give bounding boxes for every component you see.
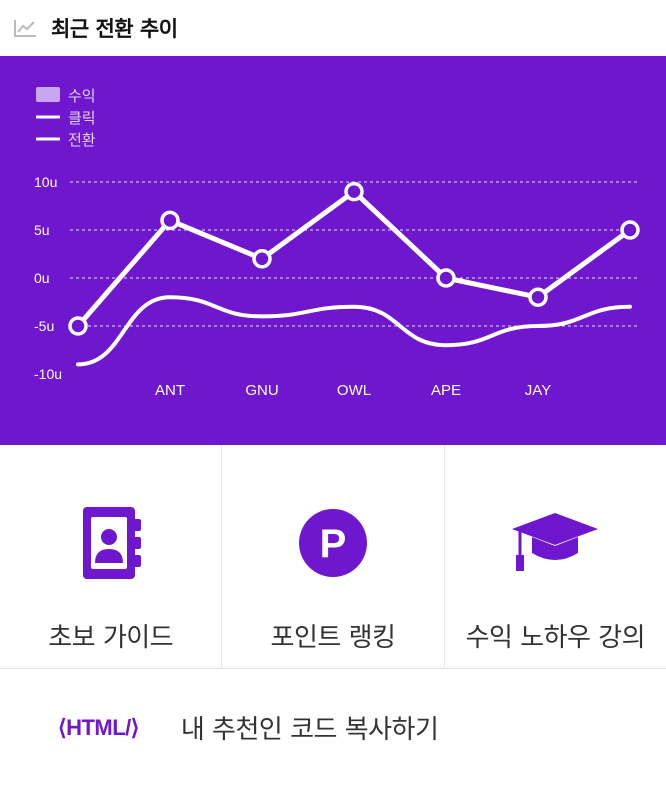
menu-row: 초보 가이드 P 포인트 랭킹 수익 노하우 강의 (0, 445, 666, 669)
data-point (620, 220, 640, 240)
conversion-chart: 10u 5u 0u -5u -10u ANT GNU OWL APE JAY 수익클릭전환 (0, 56, 666, 445)
menu-label: 초보 가이드 (48, 623, 174, 653)
x-tick-label: GNU (245, 382, 278, 399)
page-title: 최근 전환 추이 (51, 17, 178, 41)
legend-swatch (36, 87, 60, 102)
menu-point-ranking[interactable]: P 포인트 랭킹 (222, 445, 445, 668)
data-point (528, 287, 548, 307)
x-tick-label: OWL (337, 382, 371, 399)
menu-label: 수익 노하우 강의 (465, 623, 646, 653)
data-point (68, 316, 88, 336)
y-tick-label: -5u (34, 318, 54, 334)
data-point (344, 181, 364, 202)
graduation-cap-icon (510, 503, 600, 583)
menu-beginner-guide[interactable]: 초보 가이드 (0, 445, 223, 668)
menu-income-lecture[interactable]: 수익 노하우 강의 (445, 445, 666, 668)
legend-label: 전환 (68, 131, 96, 149)
legend-label: 수익 (68, 87, 96, 105)
data-point (160, 210, 180, 231)
section-header: 최근 전환 추이 (0, 0, 666, 56)
series-line-conversion (76, 295, 632, 367)
y-tick-label: 10u (34, 174, 57, 190)
legend-label: 클릭 (68, 109, 96, 127)
copy-code-label: 내 추천인 코드 복사하기 (180, 715, 439, 745)
y-tick-label: 0u (34, 270, 50, 286)
html-code-icon: ⟨HTML/⟩ (58, 714, 139, 740)
x-tick-label: ANT (155, 382, 185, 399)
x-tick-label: JAY (525, 382, 551, 399)
copy-referral-code-button[interactable]: ⟨HTML/⟩ 내 추천인 코드 복사하기 (0, 669, 666, 786)
line-chart-icon (13, 17, 39, 39)
y-tick-label: -10u (34, 366, 62, 382)
x-tick-label: APE (431, 382, 461, 399)
data-point (252, 249, 272, 269)
data-point (436, 268, 456, 288)
chart-svg: 10u 5u 0u -5u -10u ANT GNU OWL APE JAY 수익클릭전환 (34, 87, 640, 399)
point-p-icon: P (288, 503, 378, 583)
contact-book-icon (66, 503, 156, 583)
svg-text:P: P (320, 522, 347, 566)
y-tick-label: 5u (34, 222, 50, 238)
menu-label: 포인트 랭킹 (270, 623, 396, 653)
